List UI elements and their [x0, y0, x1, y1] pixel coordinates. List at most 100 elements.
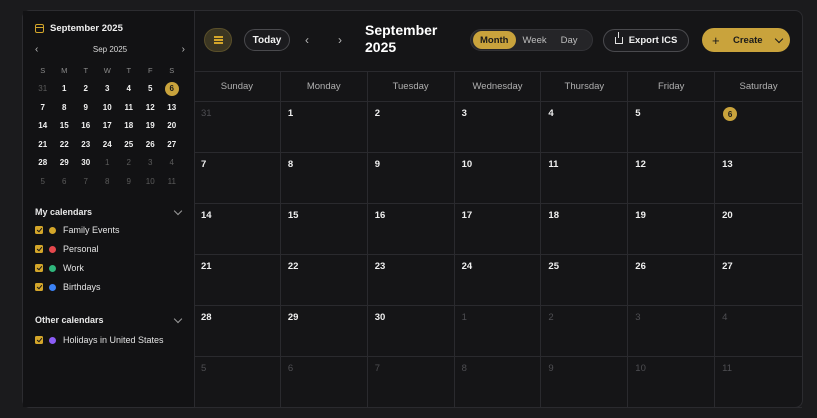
mini-day[interactable]: 15 [54, 117, 76, 136]
today-button[interactable]: Today [244, 29, 290, 51]
mini-day[interactable]: 21 [32, 135, 54, 154]
day-cell[interactable]: 28 [194, 306, 281, 357]
mini-day[interactable]: 3 [97, 80, 119, 99]
mini-next-month-icon[interactable]: › [182, 44, 185, 55]
chevron-down-icon[interactable] [173, 206, 183, 215]
mini-day[interactable]: 22 [54, 135, 76, 154]
calendar-list-item[interactable]: Family Events [35, 225, 120, 235]
mini-day[interactable]: 27 [161, 135, 183, 154]
day-cell[interactable]: 10 [454, 153, 542, 204]
chevron-down-icon[interactable] [173, 314, 183, 323]
mini-day[interactable]: 11 [161, 172, 183, 191]
day-cell[interactable]: 4 [541, 102, 629, 153]
mini-day[interactable]: 7 [32, 98, 54, 117]
checkbox-checked-icon[interactable] [35, 283, 43, 291]
day-cell[interactable]: 11 [715, 357, 802, 408]
mini-day[interactable]: 17 [97, 117, 119, 136]
day-cell[interactable]: 31 [194, 102, 281, 153]
menu-button[interactable] [204, 28, 232, 52]
day-cell[interactable]: 3 [454, 102, 542, 153]
day-cell[interactable]: 15 [280, 204, 368, 255]
mini-day[interactable]: 4 [161, 154, 183, 173]
day-cell[interactable]: 11 [541, 153, 629, 204]
day-cell[interactable]: 2 [367, 102, 455, 153]
mini-day[interactable]: 3 [140, 154, 162, 173]
day-cell[interactable]: 19 [628, 204, 716, 255]
day-cell[interactable]: 27 [715, 255, 802, 306]
day-cell[interactable]: 7 [194, 153, 281, 204]
mini-day[interactable]: 19 [140, 117, 162, 136]
day-cell[interactable]: 22 [280, 255, 368, 306]
mini-day[interactable]: 6 [54, 172, 76, 191]
view-week-button[interactable]: Week [516, 31, 554, 49]
day-cell[interactable]: 3 [628, 306, 716, 357]
day-cell[interactable]: 5 [194, 357, 281, 408]
export-ics-button[interactable]: Export ICS [603, 29, 689, 52]
day-cell[interactable]: 21 [194, 255, 281, 306]
mini-day[interactable]: 9 [75, 98, 97, 117]
my-calendars-header[interactable]: My calendars [35, 206, 185, 217]
mini-day[interactable]: 28 [32, 154, 54, 173]
day-cell[interactable]: 17 [454, 204, 542, 255]
day-cell[interactable]: 20 [715, 204, 802, 255]
other-calendars-header[interactable]: Other calendars [35, 314, 185, 325]
mini-day[interactable]: 18 [118, 117, 140, 136]
day-cell[interactable]: 10 [628, 357, 716, 408]
mini-day[interactable]: 11 [118, 98, 140, 117]
day-cell[interactable]: 26 [628, 255, 716, 306]
calendar-list-item[interactable]: Work [35, 263, 84, 273]
checkbox-checked-icon[interactable] [35, 245, 43, 253]
mini-day[interactable]: 30 [75, 154, 97, 173]
day-cell[interactable]: 18 [541, 204, 629, 255]
view-month-button[interactable]: Month [473, 31, 516, 49]
calendar-list-item[interactable]: Birthdays [35, 282, 101, 292]
day-cell[interactable]: 9 [367, 153, 455, 204]
mini-day[interactable]: 1 [97, 154, 119, 173]
mini-day[interactable]: 4 [118, 80, 140, 99]
mini-day[interactable]: 25 [118, 135, 140, 154]
mini-day[interactable]: 14 [32, 117, 54, 136]
chevron-down-icon[interactable] [774, 34, 784, 43]
day-cell[interactable]: 23 [367, 255, 455, 306]
day-cell[interactable]: 9 [541, 357, 629, 408]
day-cell[interactable]: 6 [280, 357, 368, 408]
day-cell[interactable]: 24 [454, 255, 542, 306]
mini-day[interactable]: 12 [140, 98, 162, 117]
day-cell[interactable]: 4 [715, 306, 802, 357]
mini-day[interactable]: 2 [75, 80, 97, 99]
mini-day[interactable]: 5 [32, 172, 54, 191]
day-cell[interactable]: 30 [367, 306, 455, 357]
mini-day[interactable]: 10 [97, 98, 119, 117]
view-day-button[interactable]: Day [554, 31, 585, 49]
day-cell[interactable]: 29 [280, 306, 368, 357]
mini-day[interactable]: 26 [140, 135, 162, 154]
day-cell[interactable]: 7 [367, 357, 455, 408]
mini-day[interactable]: 2 [118, 154, 140, 173]
day-cell[interactable]: 1 [280, 102, 368, 153]
prev-month-icon[interactable]: ‹ [305, 33, 309, 47]
mini-day[interactable]: 1 [54, 80, 76, 99]
day-cell[interactable]: 25 [541, 255, 629, 306]
day-cell[interactable]: 2 [541, 306, 629, 357]
checkbox-checked-icon[interactable] [35, 264, 43, 272]
calendar-list-item[interactable]: Personal [35, 244, 99, 254]
day-cell[interactable]: 14 [194, 204, 281, 255]
checkbox-checked-icon[interactable] [35, 336, 43, 344]
checkbox-checked-icon[interactable] [35, 226, 43, 234]
mini-day[interactable]: 5 [140, 80, 162, 99]
mini-day[interactable]: 13 [161, 98, 183, 117]
mini-day[interactable]: 20 [161, 117, 183, 136]
mini-day-today[interactable]: 6 [161, 80, 183, 99]
mini-day[interactable]: 9 [118, 172, 140, 191]
mini-day[interactable]: 7 [75, 172, 97, 191]
mini-day[interactable]: 8 [54, 98, 76, 117]
day-cell[interactable]: 12 [628, 153, 716, 204]
day-cell[interactable]: 5 [628, 102, 716, 153]
day-cell[interactable]: 13 [715, 153, 802, 204]
next-month-icon[interactable]: › [338, 33, 342, 47]
mini-day[interactable]: 31 [32, 80, 54, 99]
mini-day[interactable]: 29 [54, 154, 76, 173]
day-cell[interactable]: 8 [280, 153, 368, 204]
mini-day[interactable]: 23 [75, 135, 97, 154]
create-button[interactable]: + Create [702, 28, 790, 52]
